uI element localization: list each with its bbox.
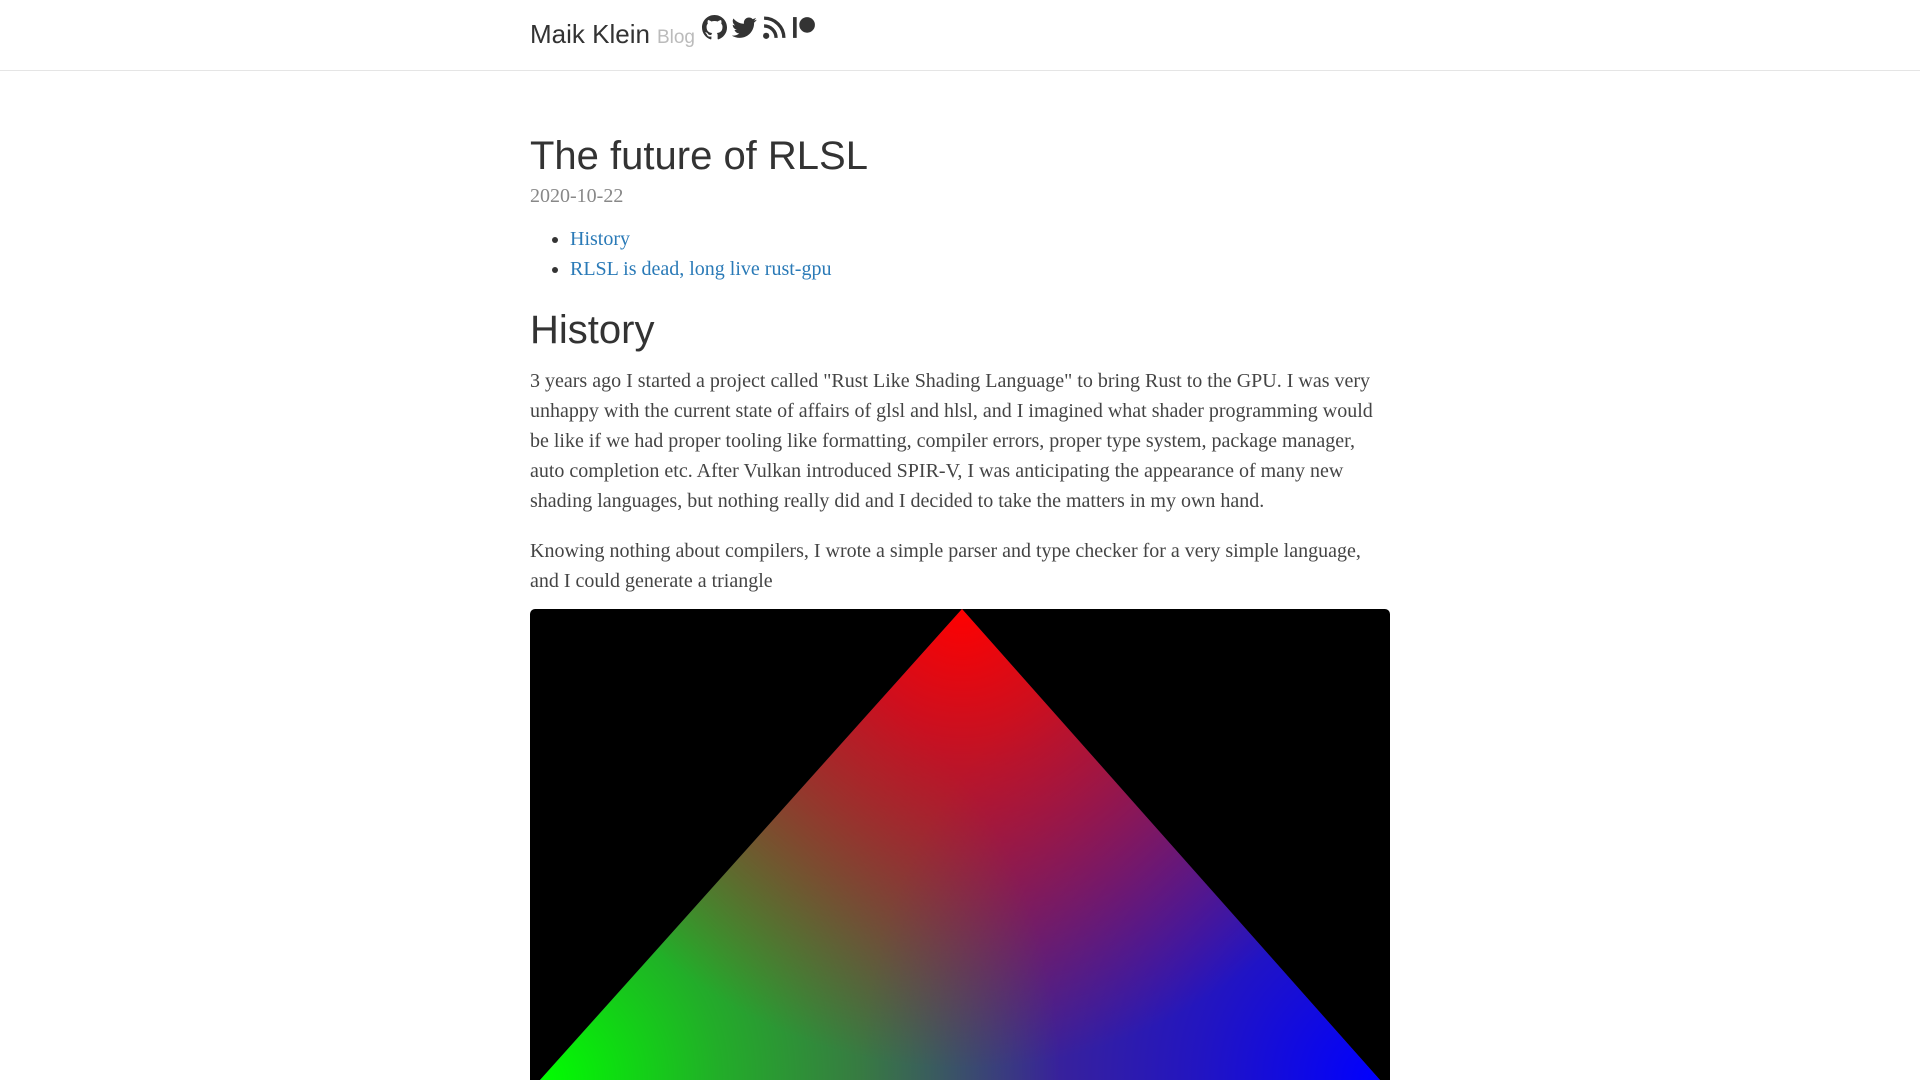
social-icons (702, 15, 822, 40)
paragraph: 3 years ago I started a project called "… (530, 366, 1390, 516)
triangle-render-image (530, 609, 1390, 1080)
toc-link-history[interactable]: History (570, 228, 630, 250)
rss-icon[interactable] (762, 15, 787, 40)
toc-item: RLSL is dead, long live rust-gpu (570, 254, 1390, 284)
rgb-triangle (530, 609, 1390, 1080)
toc-link-rlsl-is-dead[interactable]: RLSL is dead, long live rust-gpu (570, 258, 831, 280)
post-title: The future of RLSL (530, 130, 1390, 182)
post-content: The future of RLSL 2020-10-22 History RL… (530, 130, 1390, 596)
table-of-contents: History RLSL is dead, long live rust-gpu (530, 224, 1390, 284)
patreon-icon[interactable] (792, 15, 817, 40)
site-title-link[interactable]: Maik Klein (530, 19, 650, 50)
twitter-icon[interactable] (732, 15, 757, 40)
post-date: 2020-10-22 (530, 182, 1390, 210)
toc-item: History (570, 224, 1390, 254)
section-heading-history: History (530, 304, 1390, 356)
paragraph: Knowing nothing about compilers, I wrote… (530, 536, 1390, 596)
blog-link[interactable]: Blog (657, 27, 695, 49)
github-icon[interactable] (702, 15, 727, 40)
header-bar: Maik Klein Blog (530, 18, 822, 50)
site-header: Maik Klein Blog (0, 0, 1920, 71)
